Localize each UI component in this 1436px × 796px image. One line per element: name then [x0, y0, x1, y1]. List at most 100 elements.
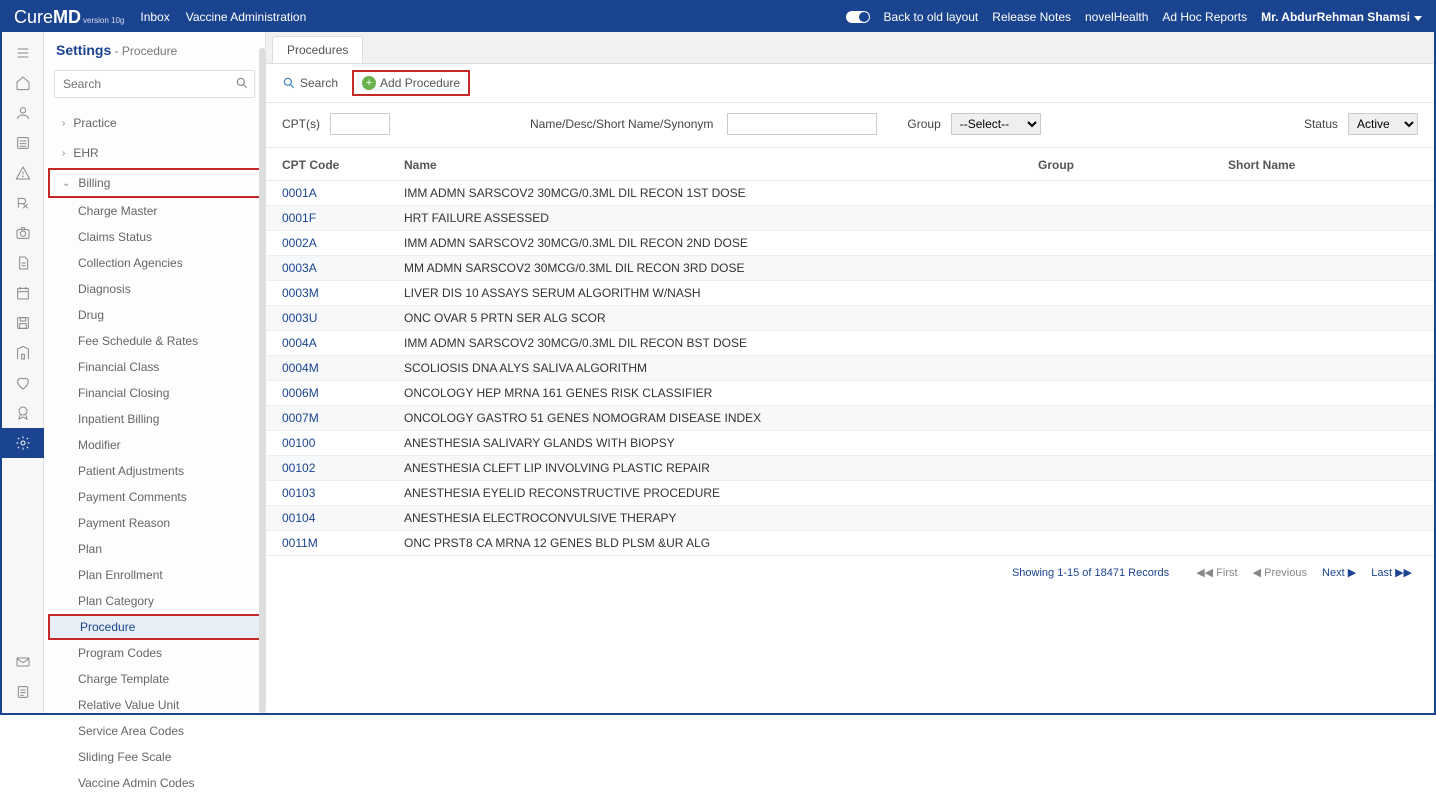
alert-icon[interactable] [2, 158, 44, 188]
pager-next[interactable]: Next ▶ [1322, 567, 1356, 579]
layout-toggle[interactable] [846, 11, 870, 23]
status-filter-select[interactable]: Active [1348, 113, 1418, 135]
col-short-name[interactable]: Short Name [1228, 158, 1418, 172]
sidebar-item[interactable]: Vaccine Admin Codes [44, 770, 265, 796]
sidebar-item[interactable]: Modifier [44, 432, 265, 458]
sidebar-item[interactable]: Financial Closing [44, 380, 265, 406]
sidebar-item[interactable]: Plan [44, 536, 265, 562]
home-icon[interactable] [2, 68, 44, 98]
sidebar-item[interactable]: Drug [44, 302, 265, 328]
cpt-code-link[interactable]: 00104 [282, 511, 315, 525]
procedure-name: LIVER DIS 10 ASSAYS SERUM ALGORITHM W/NA… [404, 286, 1038, 300]
sidebar-item[interactable]: Plan Enrollment [44, 562, 265, 588]
mail-icon[interactable] [2, 647, 44, 677]
cpt-code-link[interactable]: 00103 [282, 486, 315, 500]
procedure-name: IMM ADMN SARSCOV2 30MCG/0.3ML DIL RECON … [404, 236, 1038, 250]
app-header: CureMDversion 10g Inbox Vaccine Administ… [2, 2, 1434, 32]
menu-icon[interactable] [2, 38, 44, 68]
sidebar-item[interactable]: Service Area Codes [44, 718, 265, 744]
cpt-code-link[interactable]: 0004A [282, 336, 317, 350]
procedure-short [1228, 436, 1418, 450]
sidebar-item[interactable]: Sliding Fee Scale [44, 744, 265, 770]
back-old-layout-link[interactable]: Back to old layout [884, 10, 979, 24]
procedure-group [1038, 186, 1228, 200]
sidebar-item[interactable]: Plan Category [44, 588, 265, 614]
camera-icon[interactable] [2, 218, 44, 248]
add-procedure-button[interactable]: + Add Procedure [352, 70, 470, 96]
group-filter-label: Group [907, 117, 940, 131]
cpt-code-link[interactable]: 00102 [282, 461, 315, 475]
cpt-code-link[interactable]: 00100 [282, 436, 315, 450]
file-icon[interactable] [2, 248, 44, 278]
sidebar-search-input[interactable] [54, 70, 255, 98]
procedure-short [1228, 536, 1418, 550]
rx-icon[interactable] [2, 188, 44, 218]
building-icon[interactable] [2, 338, 44, 368]
pager-last[interactable]: Last ▶▶ [1371, 567, 1412, 579]
nav-section-ehr[interactable]: ›EHR [44, 138, 265, 168]
pager-prev[interactable]: ◀ Previous [1253, 567, 1307, 579]
sidebar-item[interactable]: Relative Value Unit [44, 692, 265, 718]
nav-inbox[interactable]: Inbox [140, 10, 169, 24]
table-row: 0003AMM ADMN SARSCOV2 30MCG/0.3ML DIL RE… [266, 256, 1434, 281]
sidebar-item[interactable]: Procedure [48, 614, 261, 640]
group-filter-select[interactable]: --Select-- [951, 113, 1041, 135]
search-button[interactable]: Search [276, 72, 344, 94]
cpt-code-link[interactable]: 0004M [282, 361, 319, 375]
procedure-group [1038, 436, 1228, 450]
scrollbar[interactable] [259, 48, 265, 713]
cpt-code-link[interactable]: 0007M [282, 411, 319, 425]
nav-vaccine-admin[interactable]: Vaccine Administration [186, 10, 307, 24]
cpt-code-link[interactable]: 0003U [282, 311, 317, 325]
content-pane: Procedures Search + Add Procedure CPT(s)… [266, 32, 1434, 713]
sidebar-item[interactable]: Fee Schedule & Rates [44, 328, 265, 354]
badge-icon[interactable] [2, 398, 44, 428]
sidebar-item[interactable]: Inpatient Billing [44, 406, 265, 432]
sidebar-item[interactable]: Charge Master [44, 198, 265, 224]
person-icon[interactable] [2, 98, 44, 128]
sidebar-item[interactable]: Patient Adjustments [44, 458, 265, 484]
sidebar-item[interactable]: Claims Status [44, 224, 265, 250]
name-filter-input[interactable] [727, 113, 877, 135]
chevron-down-icon: ⌄ [62, 178, 70, 189]
search-icon[interactable] [235, 76, 249, 93]
procedure-short [1228, 411, 1418, 425]
cpt-code-link[interactable]: 0001F [282, 211, 316, 225]
adhoc-reports-link[interactable]: Ad Hoc Reports [1162, 10, 1247, 24]
cpt-code-link[interactable]: 0003M [282, 286, 319, 300]
calendar-icon[interactable] [2, 278, 44, 308]
sidebar-item[interactable]: Payment Comments [44, 484, 265, 510]
sidebar-item[interactable]: Payment Reason [44, 510, 265, 536]
sidebar-item[interactable]: Diagnosis [44, 276, 265, 302]
table-row: 0006MONCOLOGY HEP MRNA 161 GENES RISK CL… [266, 381, 1434, 406]
sidebar-item[interactable]: Program Codes [44, 640, 265, 666]
pager-first[interactable]: ◀◀ First [1196, 567, 1237, 579]
col-group[interactable]: Group [1038, 158, 1228, 172]
nav-section-billing[interactable]: ⌄Billing [48, 168, 261, 198]
cpt-code-link[interactable]: 0001A [282, 186, 317, 200]
list-icon[interactable] [2, 128, 44, 158]
col-cpt-code[interactable]: CPT Code [282, 158, 404, 172]
release-notes-link[interactable]: Release Notes [992, 10, 1071, 24]
user-menu[interactable]: Mr. AbdurRehman Shamsi [1261, 10, 1422, 24]
settings-icon[interactable] [2, 428, 44, 458]
procedure-short [1228, 486, 1418, 500]
name-filter-label: Name/Desc/Short Name/Synonym [530, 117, 713, 131]
page-title: Settings [56, 42, 111, 58]
sidebar-item[interactable]: Charge Template [44, 666, 265, 692]
sidebar-item[interactable]: Collection Agencies [44, 250, 265, 276]
procedure-short [1228, 461, 1418, 475]
cpt-code-link[interactable]: 0003A [282, 261, 317, 275]
nav-section-practice[interactable]: ›Practice [44, 108, 265, 138]
col-name[interactable]: Name [404, 158, 1038, 172]
cpt-code-link[interactable]: 0002A [282, 236, 317, 250]
tab-procedures[interactable]: Procedures [272, 36, 363, 63]
cpt-code-link[interactable]: 0006M [282, 386, 319, 400]
save-icon[interactable] [2, 308, 44, 338]
novelhealth-link[interactable]: novelHealth [1085, 10, 1148, 24]
cpts-input[interactable] [330, 113, 390, 135]
sidebar-item[interactable]: Financial Class [44, 354, 265, 380]
note-icon[interactable] [2, 677, 44, 707]
cpt-code-link[interactable]: 0011M [282, 536, 318, 550]
heart-icon[interactable] [2, 368, 44, 398]
